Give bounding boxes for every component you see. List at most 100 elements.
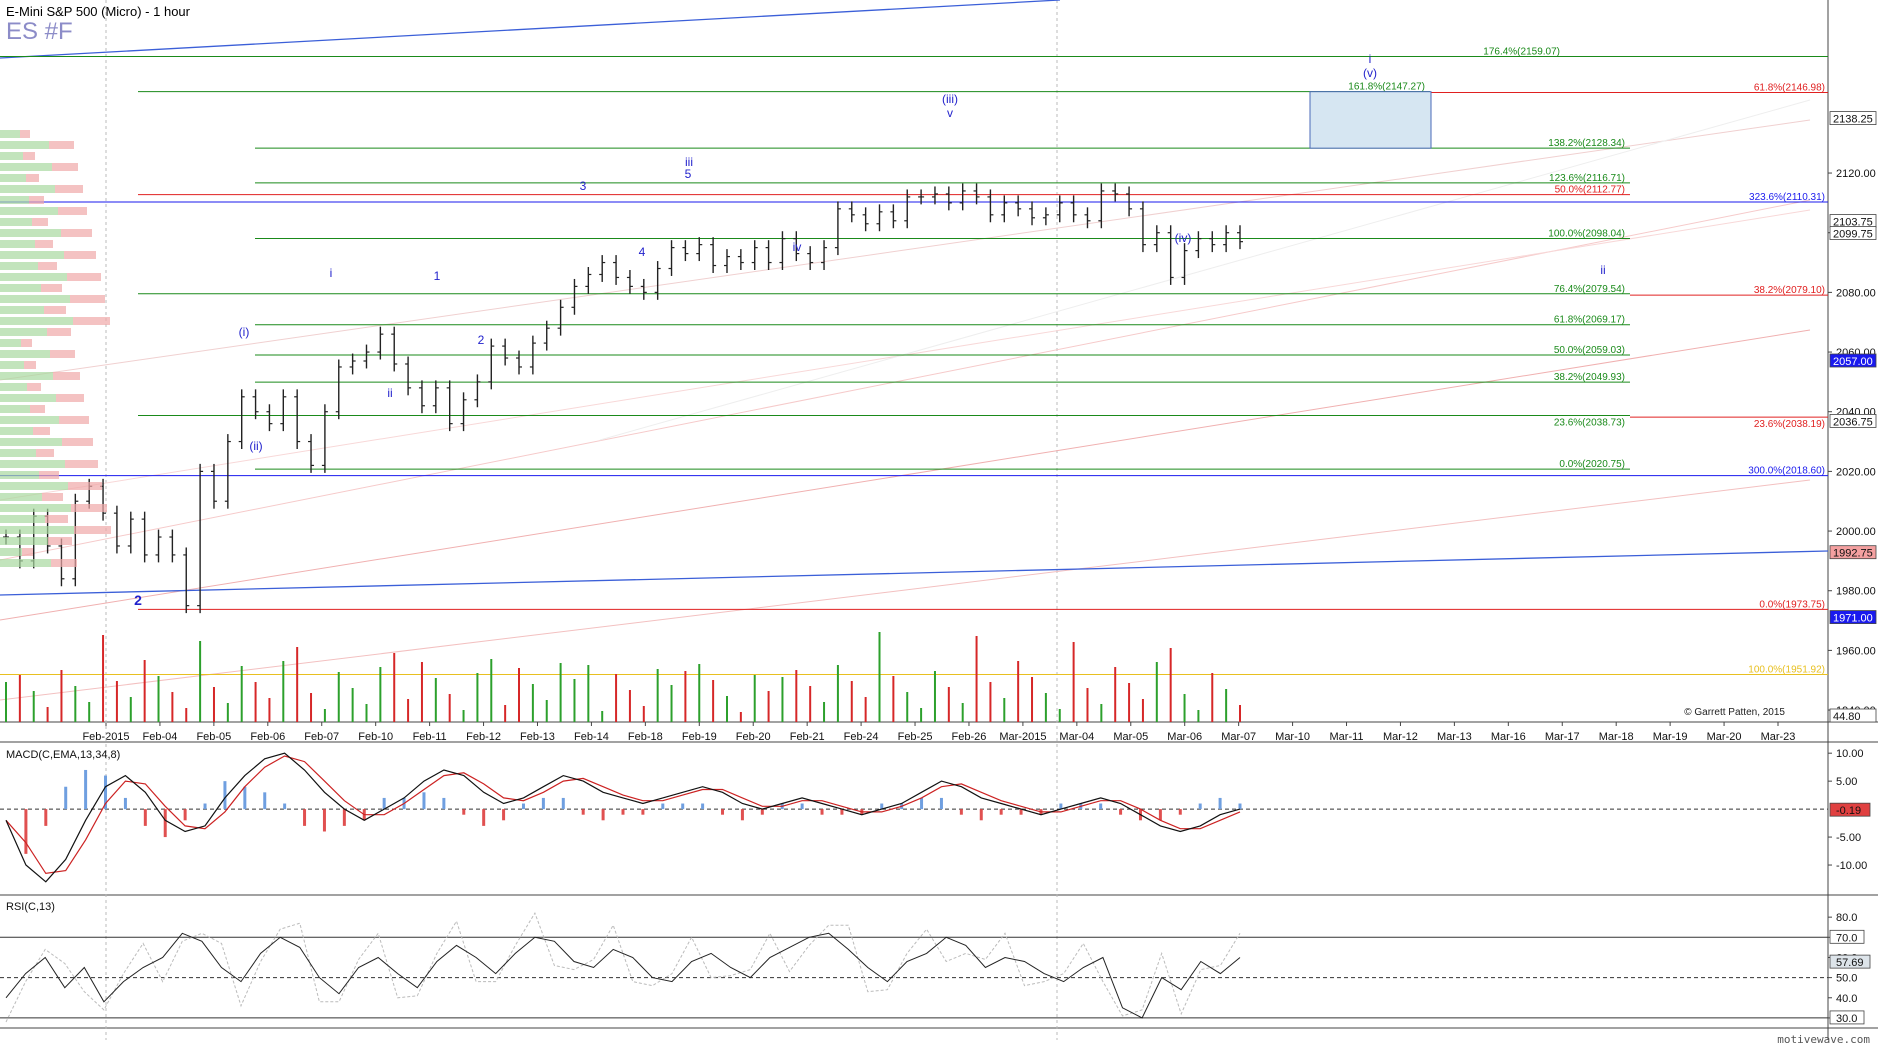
wave-label: 5 (685, 167, 692, 181)
volume-profile-bar (0, 196, 29, 204)
rsi-y-tick-label: 50.0 (1836, 973, 1857, 985)
volume-profile-bar (0, 405, 30, 413)
volume-profile-bar (62, 438, 93, 446)
x-tick-label: Feb-26 (952, 731, 987, 743)
volume-profile-bar (35, 240, 53, 248)
volume-profile-bar (0, 240, 35, 248)
x-tick-label: Mar-19 (1653, 731, 1688, 743)
volume-profile-bar (0, 504, 71, 512)
volume-profile-bar (42, 493, 63, 501)
fib-level-label: 76.4%(2079.54) (1554, 284, 1625, 295)
volume-profile-bar (58, 207, 87, 215)
volume-profile-bar (0, 449, 36, 457)
target-box (1309, 91, 1432, 149)
wave-label: 2 (478, 333, 485, 347)
x-tick-label: Mar-06 (1167, 731, 1202, 743)
fib-level-label: 161.8%(2147.27) (1348, 82, 1425, 93)
volume-profile-bar (55, 185, 83, 193)
volume-profile-bar (32, 218, 48, 226)
wave-label: (iv) (1175, 231, 1192, 245)
fib-level-label: 61.8%(2069.17) (1554, 315, 1625, 326)
fib-level-label: 0.0%(2020.75) (1559, 459, 1625, 470)
background (0, 0, 1878, 1048)
wave-label: ii (387, 386, 392, 400)
volume-profile-bar (70, 295, 105, 303)
volume-profile-bar (0, 559, 51, 567)
macd-y-tick-label: 5.00 (1836, 776, 1857, 788)
volume-profile-bar (0, 526, 74, 534)
chart-title: E-Mini S&P 500 (Micro) - 1 hour (6, 4, 190, 19)
volume-profile-bar (74, 526, 111, 534)
volume-profile-bar (0, 471, 39, 479)
fib-level-label: 123.6%(2116.71) (1549, 173, 1625, 184)
fib-level-label: 100.0%(1951.92) (1748, 665, 1825, 676)
price-label: 1971.00 (1833, 613, 1873, 625)
wave-label: i (330, 266, 333, 280)
x-tick-label: Mar-05 (1113, 731, 1148, 743)
wave-label: (ii) (249, 439, 262, 453)
price-label: 2099.75 (1833, 228, 1873, 240)
x-tick-label: Feb-24 (844, 731, 879, 743)
y-tick-label: 1960.00 (1836, 645, 1876, 657)
y-tick-label: 1980.00 (1836, 586, 1876, 598)
volume-profile-bar (48, 537, 72, 545)
x-tick-label: Mar-2015 (999, 731, 1046, 743)
volume-profile-bar (27, 383, 41, 391)
x-tick-label: Mar-10 (1275, 731, 1310, 743)
volume-profile-bar (0, 207, 58, 215)
volume-profile-bar (33, 427, 50, 435)
volume-profile-bar (0, 350, 50, 358)
volume-profile-bar (0, 416, 59, 424)
x-tick-label: Mar-07 (1221, 731, 1256, 743)
rsi-y-tick-label: 80.0 (1836, 912, 1857, 924)
volume-profile-bar (45, 515, 68, 523)
volume-profile-bar (0, 141, 49, 149)
volume-profile-bar (22, 548, 33, 556)
x-tick-label: Feb-19 (682, 731, 717, 743)
x-tick-label: Feb-11 (413, 731, 447, 743)
volume-profile-bar (50, 350, 75, 358)
chart-svg: Feb-20 1 5 Feb-04 Feb-05 Feb-06 Feb-07 Feb-10 Fe… (0, 0, 1878, 1048)
volume-profile-bar (53, 372, 80, 380)
volume-profile-bar (0, 174, 26, 182)
wave-label: 2 (134, 592, 142, 608)
x-tick-label: Feb-14 (574, 731, 609, 743)
wave-label: (v) (1363, 66, 1377, 80)
x-tick-label: Feb-21 (790, 731, 825, 743)
volume-profile-bar (20, 130, 30, 138)
volume-profile-bar (0, 130, 20, 138)
volume-profile-bar (64, 251, 96, 259)
volume-profile-bar (47, 328, 71, 336)
y-tick-label: 2000.00 (1836, 526, 1876, 538)
x-tick-label: Feb-20 (736, 731, 771, 743)
volume-profile-bar (0, 438, 62, 446)
fib-level-label: 23.6%(2038.73) (1554, 418, 1625, 429)
volume-profile-bar (0, 218, 32, 226)
wave-label: iv (793, 240, 802, 254)
x-tick-label: Mar-12 (1383, 731, 1418, 743)
wave-label: 3 (580, 179, 587, 193)
x-tick-label: Feb-06 (250, 731, 285, 743)
volume-profile-bar (29, 196, 44, 204)
x-tick-label: Mar-04 (1059, 731, 1094, 743)
x-tick-label: Mar-17 (1545, 731, 1580, 743)
volume-profile-bar (59, 416, 89, 424)
volume-profile-bar (23, 152, 35, 160)
wave-label: ii (1600, 263, 1605, 277)
volume-profile-bar (38, 262, 57, 270)
macd-title: MACD(C,EMA,13,34,8) (6, 749, 120, 761)
price-label: 1992.75 (1833, 548, 1873, 560)
volume-profile-bar (0, 482, 68, 490)
volume-profile-bar (56, 394, 84, 402)
price-label: 2057.00 (1833, 356, 1873, 368)
price-label: 2138.25 (1833, 114, 1873, 126)
volume-profile-bar (68, 482, 102, 490)
volume-profile-bar (0, 295, 70, 303)
fib-level-label: 100.0%(2098.04) (1548, 229, 1625, 240)
price-label: 44.80 (1833, 711, 1861, 723)
volume-profile-bar (0, 262, 38, 270)
volume-profile-bar (71, 504, 107, 512)
volume-profile-bar (0, 361, 24, 369)
volume-profile-bar (0, 339, 21, 347)
volume-profile-bar (26, 174, 39, 182)
